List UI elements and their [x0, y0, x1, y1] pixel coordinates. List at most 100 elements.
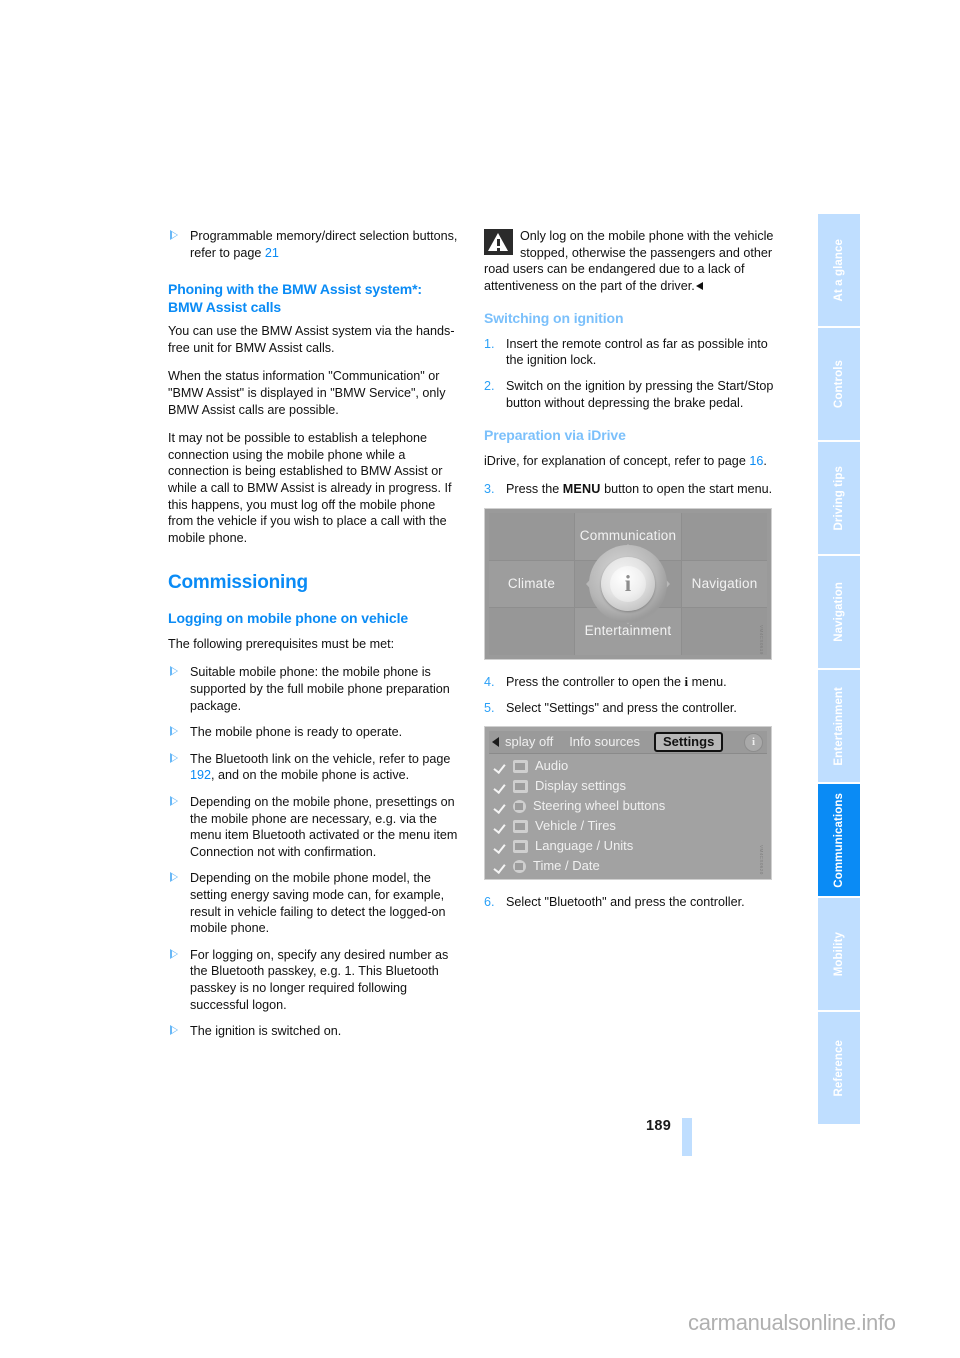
display-settings-icon: [513, 779, 528, 793]
bullet-text: The Bluetooth link on the vehicle, refer…: [190, 751, 451, 766]
sidebar-tab-controls[interactable]: Controls: [818, 328, 860, 440]
grid-cell-climate[interactable]: Climate: [489, 560, 574, 608]
triangle-bullet-icon: [170, 230, 178, 240]
list-item: The ignition is switched on.: [168, 1023, 458, 1040]
sidebar-tab-mobility[interactable]: Mobility: [818, 898, 860, 1010]
tab-label: Controls: [833, 359, 845, 409]
section-heading-bmw-assist: Phoning with the BMW Assist system*: BMW…: [168, 281, 458, 316]
bullet-text: For logging on, specify any desired numb…: [190, 947, 449, 1012]
step-text: Press the controller to open the: [506, 674, 685, 689]
figure-code: VM4CS0620: [759, 845, 764, 876]
paragraph: It may not be possible to establish a te…: [168, 431, 452, 545]
menu-button-key: MENU: [562, 482, 601, 497]
left-column: Programmable memory/direct selection but…: [168, 228, 458, 1050]
chapter-tab-sidebar: At a glance Controls Driving tips Naviga…: [818, 214, 860, 1126]
step-number: 4.: [484, 674, 495, 689]
triangle-bullet-icon: [170, 948, 178, 959]
sidebar-tab-at-a-glance[interactable]: At a glance: [818, 214, 860, 326]
warning-triangle-icon: [484, 229, 513, 255]
preparation-steps-list: 3. Press the MENU button to open the sta…: [484, 481, 774, 498]
page-number-rule: [682, 1118, 692, 1156]
tab-label: Reference: [833, 1039, 845, 1097]
tab-label: Navigation: [833, 582, 845, 642]
settings-list: Audio Display settings Steering wheel bu…: [489, 754, 767, 875]
end-of-notice-marker: [695, 281, 703, 290]
triangle-bullet-icon: [170, 666, 178, 677]
time-date-clock-icon: [513, 859, 526, 873]
list-item[interactable]: Language / Units: [489, 836, 767, 856]
sidebar-tab-entertainment[interactable]: Entertainment: [818, 670, 860, 782]
idrive-controller-hub: i: [582, 538, 674, 630]
step-number: 6.: [484, 895, 495, 910]
checkmark-icon: [495, 819, 510, 833]
topbar-item-display-off[interactable]: splay off: [505, 734, 553, 751]
list-item: The Bluetooth link on the vehicle, refer…: [168, 751, 458, 784]
list-item: For logging on, specify any desired numb…: [168, 947, 458, 1013]
sidebar-tab-reference[interactable]: Reference: [818, 1012, 860, 1124]
prerequisites-intro: The following prerequisites must be met:: [168, 636, 395, 651]
settings-topbar: splay off Info sources Settings i: [489, 731, 767, 755]
sidebar-tab-driving-tips[interactable]: Driving tips: [818, 442, 860, 554]
page-title-commissioning: Commissioning: [168, 572, 308, 594]
list-item: 1. Insert the remote control as far as p…: [484, 336, 774, 369]
language-units-flag-icon: [513, 839, 528, 853]
checkmark-icon: [495, 759, 510, 773]
list-item: 4. Press the controller to open the i me…: [484, 674, 774, 691]
paragraph: You can use the BMW Assist system via th…: [168, 324, 455, 355]
list-item[interactable]: Audio: [489, 756, 767, 776]
list-item: The mobile phone is ready to operate.: [168, 724, 458, 741]
warning-text: Only log on the mobile phone with the ve…: [484, 229, 774, 293]
step-number: 1.: [484, 336, 495, 351]
info-i-icon: i: [624, 571, 632, 597]
watermark: carmanualsonline.info: [688, 1310, 896, 1335]
triangle-bullet-icon: [170, 1025, 178, 1036]
list-item: 2. Switch on the ignition by pressing th…: [484, 378, 774, 411]
list-item-label: Time / Date: [533, 857, 600, 873]
idrive-start-menu-screenshot: Communication Climate Navigation Enterta…: [484, 507, 772, 660]
step-text: Select "Settings" and press the controll…: [506, 700, 737, 715]
topbar-item-settings-selected[interactable]: Settings: [654, 732, 724, 753]
list-item[interactable]: Vehicle / Tires: [489, 816, 767, 836]
step-text-tail: button to open the start menu.: [600, 482, 773, 497]
list-item-label: Audio: [535, 757, 569, 773]
grid-cell-empty: [489, 608, 574, 655]
vehicle-tires-icon: [513, 819, 528, 833]
figure-code: VM4CS0619: [759, 625, 764, 655]
grid-cell-navigation[interactable]: Navigation: [682, 560, 767, 608]
topbar-item-info-sources[interactable]: Info sources: [569, 734, 640, 751]
list-item[interactable]: Display settings: [489, 776, 767, 796]
heading-line-1: Phoning with the BMW Assist system*:: [168, 281, 422, 298]
subheading-switching-on-ignition: Switching on ignition: [484, 310, 624, 327]
arrow-left-icon[interactable]: [492, 737, 499, 748]
idrive-steps-continued: 4. Press the controller to open the i me…: [484, 674, 774, 716]
hub-core[interactable]: i: [610, 565, 646, 602]
sidebar-tab-communications[interactable]: Communications: [818, 784, 860, 896]
step-text: Switch on the ignition by pressing the S…: [506, 379, 774, 410]
page-reference[interactable]: 192: [190, 768, 211, 782]
step-text-tail: menu.: [688, 674, 727, 689]
bullet-text: The mobile phone is ready to operate.: [190, 725, 403, 740]
checkmark-icon: [495, 839, 510, 853]
triangle-bullet-icon: [170, 795, 178, 806]
subheading-preparation-via-idrive: Preparation via iDrive: [484, 427, 626, 444]
page-reference[interactable]: 21: [265, 246, 279, 260]
info-i-icon[interactable]: i: [744, 732, 763, 752]
manual-page: Programmable memory/direct selection but…: [0, 0, 960, 1358]
checkmark-icon: [495, 779, 510, 793]
page-number: 189: [646, 1118, 672, 1134]
checkmark-icon: [495, 859, 510, 873]
switching-steps-list: 1. Insert the remote control as far as p…: [484, 336, 774, 411]
list-item[interactable]: Steering wheel buttons: [489, 796, 767, 816]
list-item-label: Language / Units: [535, 837, 634, 853]
checkmark-icon: [495, 799, 510, 813]
list-item: 6. Select "Bluetooth" and press the cont…: [484, 894, 774, 911]
bullet-text: Programmable memory/direct selection but…: [190, 229, 458, 260]
page-reference[interactable]: 16: [749, 454, 763, 468]
tab-label: Entertainment: [833, 686, 845, 766]
subheading-logging-on: Logging on mobile phone on vehicle: [168, 610, 409, 627]
prerequisites-list: Suitable mobile phone: the mobile phone …: [168, 664, 458, 1039]
bullet-text: Depending on the mobile phone model, the…: [190, 871, 446, 936]
sidebar-tab-navigation[interactable]: Navigation: [818, 556, 860, 668]
idrive-intro-text: iDrive, for explanation of concept, refe…: [484, 453, 750, 468]
list-item[interactable]: Time / Date: [489, 856, 767, 876]
